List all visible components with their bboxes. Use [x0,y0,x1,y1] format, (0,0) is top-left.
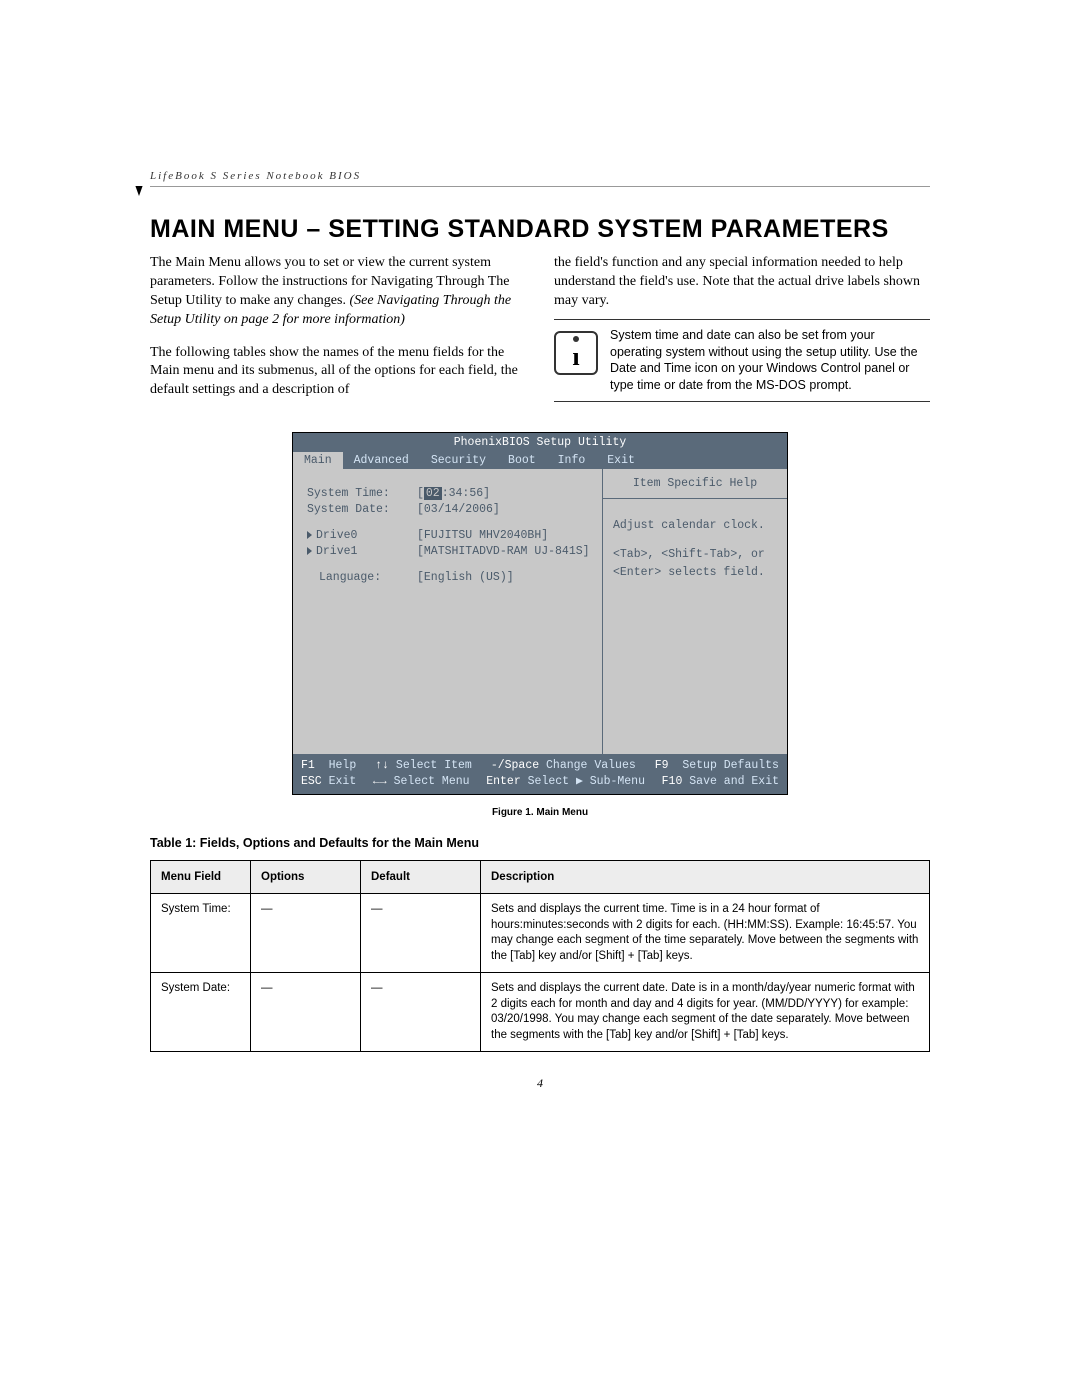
cell-description: Sets and displays the current date. Date… [481,973,930,1052]
th-default: Default [361,861,481,894]
bios-system-date-value[interactable]: [03/14/2006] [417,503,500,516]
submenu-triangle-icon [307,531,312,539]
key-leftright-label: Select Menu [394,775,470,788]
th-menu-field: Menu Field [151,861,251,894]
cell-options: — [251,894,361,973]
bios-help-title: Item Specific Help [603,469,787,499]
bios-tab-boot[interactable]: Boot [497,452,547,469]
key-updown: ↑↓ [375,759,389,772]
breadcrumb-text: LifeBook S Series Notebook BIOS [150,170,361,182]
key-f9: F9 [655,759,669,772]
intro-right-column: the field's function and any special inf… [554,254,930,402]
bios-tab-security[interactable]: Security [420,452,497,469]
key-enter: Enter [486,775,521,788]
key-esc: ESC [301,775,322,788]
figure-caption: Figure 1. Main Menu [150,807,930,818]
bios-drive1-label[interactable]: Drive1 [307,545,417,558]
bios-language-label: Language: [307,571,417,584]
page-number: 4 [150,1076,930,1091]
bios-system-time-value[interactable]: [02:34:56] [417,487,490,500]
bios-time-hours-selected[interactable]: 02 [424,487,442,500]
key-f1: F1 [301,759,315,772]
info-callout-text: System time and date can also be set fro… [610,327,930,395]
intro-left-para2: The following tables show the names of t… [150,344,526,401]
bios-drive0-label[interactable]: Drive0 [307,529,417,542]
bios-title: PhoenixBIOS Setup Utility [293,433,787,452]
key-f10-label: Save and Exit [689,775,779,788]
table-row: System Time: — — Sets and displays the c… [151,894,930,973]
options-table: Menu Field Options Default Description S… [150,860,930,1052]
bios-footer: F1 Help ↑↓ Select Item -/Space Change Va… [293,754,787,794]
key-esc-label: Exit [329,775,357,788]
bios-drive0-value: [FUJITSU MHV2040BH] [417,529,548,542]
key-leftright: ←→ [373,775,387,788]
cell-menu-field: System Date: [151,973,251,1052]
bios-system-date-label: System Date: [307,503,417,516]
submenu-triangle-icon [307,547,312,555]
bios-tab-advanced[interactable]: Advanced [343,452,420,469]
th-options: Options [251,861,361,894]
cell-default: — [361,973,481,1052]
key-updown-label: Select Item [396,759,472,772]
bios-help-line3: <Enter> selects field. [613,564,777,581]
page-title: MAIN MENU – SETTING STANDARD SYSTEM PARA… [150,215,930,244]
intro-right-para1: the field's function and any special inf… [554,254,930,311]
bios-tabs: Main Advanced Security Boot Info Exit [293,452,787,469]
bios-help-panel: Item Specific Help Adjust calendar clock… [603,469,787,754]
breadcrumb-marker-icon [135,186,142,196]
table-title: Table 1: Fields, Options and Defaults fo… [150,836,930,850]
bios-drive1-value: [MATSHITADVD-RAM UJ-841S] [417,545,590,558]
key-minspace-label: Change Values [546,759,636,772]
bios-tab-info[interactable]: Info [547,452,597,469]
key-minspace: -/Space [491,759,539,772]
key-enter-label: Select ▶ Sub-Menu [528,775,645,788]
bios-tab-main[interactable]: Main [293,452,343,469]
table-row: System Date: — — Sets and displays the c… [151,973,930,1052]
cell-options: — [251,973,361,1052]
bios-help-line1: Adjust calendar clock. [613,517,777,534]
cell-menu-field: System Time: [151,894,251,973]
key-f1-label: Help [329,759,357,772]
bios-main-panel: System Time: [02:34:56] System Date: [03… [293,469,603,754]
key-f9-label: Setup Defaults [682,759,779,772]
bios-time-rest: :34:56] [442,487,490,500]
breadcrumb: LifeBook S Series Notebook BIOS [150,170,930,187]
bios-screenshot: PhoenixBIOS Setup Utility Main Advanced … [292,432,788,795]
cell-default: — [361,894,481,973]
bios-help-line2: <Tab>, <Shift-Tab>, or [613,546,777,563]
bios-tab-exit[interactable]: Exit [596,452,646,469]
cell-description: Sets and displays the current time. Time… [481,894,930,973]
info-icon: ı [554,331,598,375]
bios-language-value[interactable]: [English (US)] [417,571,514,584]
info-callout: ı System time and date can also be set f… [554,319,930,403]
key-f10: F10 [662,775,683,788]
bios-system-time-label: System Time: [307,487,417,500]
th-description: Description [481,861,930,894]
intro-left-column: The Main Menu allows you to set or view … [150,254,526,402]
